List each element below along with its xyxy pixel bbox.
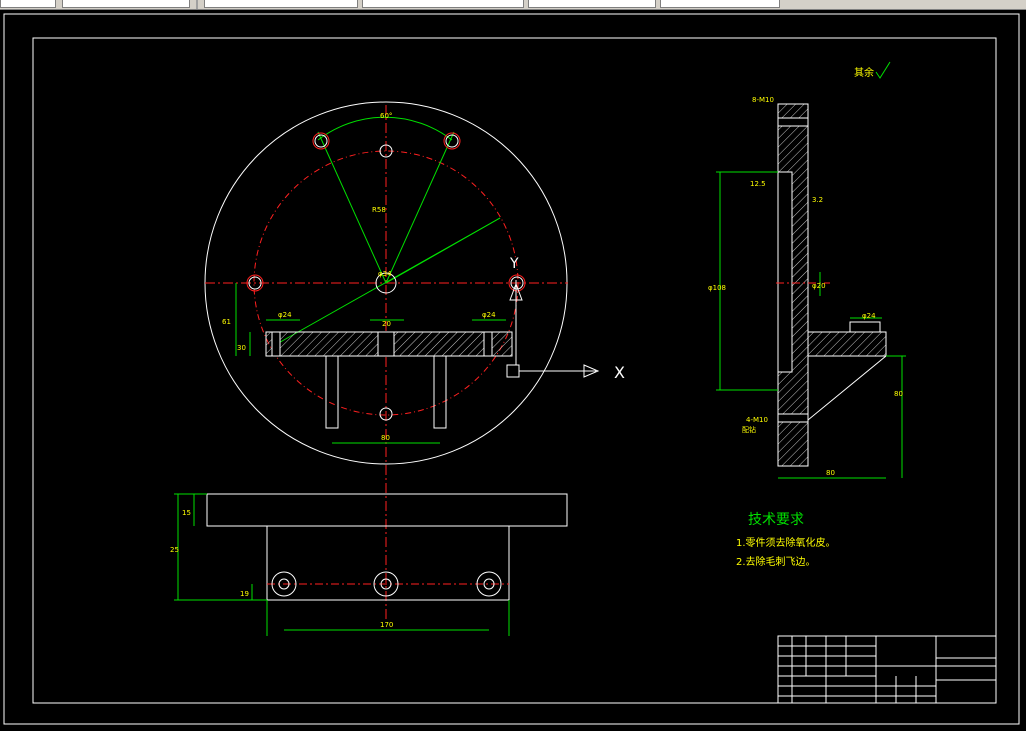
ucs-y-label: Y (509, 256, 519, 272)
dim-30: 30 (237, 344, 246, 352)
side-dim-80-w: 80 (826, 469, 835, 477)
title-block (777, 635, 997, 704)
dim-width-80: 80 (381, 434, 390, 442)
tech-item-1: 1.零件须去除氧化皮。 (736, 536, 836, 549)
angle-arc (317, 116, 453, 141)
cad-drawing: X Y 其余 技术要求 1.零件须去除氧化皮。 2.去除毛刺飞边。 60° R5… (3, 13, 1020, 725)
layer-dropdown[interactable] (204, 0, 358, 8)
dim-20: 20 (382, 320, 391, 328)
dim-15: 15 (182, 509, 191, 517)
ucs-x-label: X (614, 363, 625, 382)
toolbar (0, 0, 1026, 10)
toolbar-separator (196, 0, 198, 9)
radius-line-2 (385, 131, 455, 284)
side-roughness-12-5: 12.5 (750, 180, 766, 188)
dim-phi-center: φ34 (378, 270, 392, 278)
lineweight-dropdown[interactable] (660, 0, 780, 8)
leg-left (325, 355, 339, 429)
side-label-bottom: 4-M10 (746, 416, 768, 424)
side-dim-80-h: 80 (894, 390, 903, 398)
dim-19: 19 (240, 590, 249, 598)
leg-right (433, 355, 447, 429)
side-label-top: 8-M10 (752, 96, 774, 104)
dim-phi-left: φ24 (278, 311, 292, 319)
side-roughness-3-2: 3.2 (812, 196, 823, 204)
dim-radius: R58 (372, 206, 386, 214)
toolbar-field-2[interactable] (62, 0, 190, 8)
side-dim-phi24: φ24 (862, 312, 876, 320)
bolt-hole (314, 134, 328, 148)
base-plate-top (206, 493, 568, 527)
tech-requirements-title: 技术要求 (748, 512, 804, 528)
dim-phi-right: φ24 (482, 311, 496, 319)
dim-25: 25 (170, 546, 179, 554)
dim-angle: 60° (380, 112, 392, 120)
dim-170: 170 (380, 621, 393, 629)
ucs-origin (506, 364, 520, 378)
color-dropdown[interactable] (362, 0, 524, 8)
linetype-dropdown[interactable] (528, 0, 656, 8)
toolbar-field-1[interactable] (0, 0, 56, 8)
roughness-note: 其余 (854, 66, 874, 79)
side-dim-phi108: φ108 (708, 284, 726, 292)
drawing-canvas[interactable]: X Y 其余 技术要求 1.零件须去除氧化皮。 2.去除毛刺飞边。 60° R5… (0, 10, 1026, 731)
tech-item-2: 2.去除毛刺飞边。 (736, 555, 816, 568)
side-note: 配钻 (742, 425, 756, 434)
dim-61: 61 (222, 318, 231, 326)
side-dim-phi20: φ20 (812, 282, 826, 290)
